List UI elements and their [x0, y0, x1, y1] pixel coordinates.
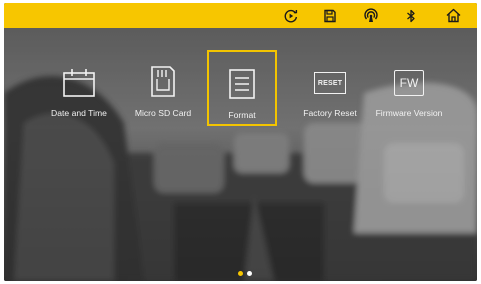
menu-item-micro-sd-card[interactable]: Micro SD Card [124, 50, 202, 126]
page-dot[interactable] [247, 271, 252, 276]
firmware-icon: FW [394, 56, 424, 98]
format-icon [228, 58, 256, 100]
menu-item-factory-reset[interactable]: RESET Factory Reset [290, 50, 370, 126]
replay-icon[interactable] [282, 7, 299, 24]
bluetooth-icon[interactable] [402, 7, 419, 24]
reset-icon: RESET [314, 56, 346, 98]
page-indicator [238, 271, 252, 277]
background-image [4, 3, 477, 281]
menu-item-format[interactable]: Format [207, 50, 277, 126]
sd-card-icon [150, 56, 176, 98]
save-icon[interactable] [321, 7, 338, 24]
home-icon[interactable] [445, 7, 462, 24]
wifi-hotspot-icon[interactable] [362, 7, 379, 24]
menu-item-label: Firmware Version [375, 108, 443, 118]
menu-item-firmware-version[interactable]: FW Firmware Version [370, 50, 448, 126]
menu-item-label: Date and Time [51, 108, 107, 118]
menu-item-label: Format [228, 110, 256, 120]
status-bar [4, 3, 477, 28]
device-screen: Date and Time Micro SD Card Format RESET… [0, 0, 481, 284]
menu-item-date-and-time[interactable]: Date and Time [40, 50, 118, 126]
settings-menu: Date and Time Micro SD Card Format RESET… [4, 50, 477, 130]
reset-badge: RESET [314, 72, 346, 94]
calendar-icon [62, 56, 96, 98]
page-dot-active[interactable] [238, 271, 243, 276]
menu-item-label: Factory Reset [303, 108, 357, 118]
firmware-badge: FW [394, 70, 424, 96]
menu-item-label: Micro SD Card [134, 108, 192, 118]
display-frame: Date and Time Micro SD Card Format RESET… [4, 3, 477, 281]
